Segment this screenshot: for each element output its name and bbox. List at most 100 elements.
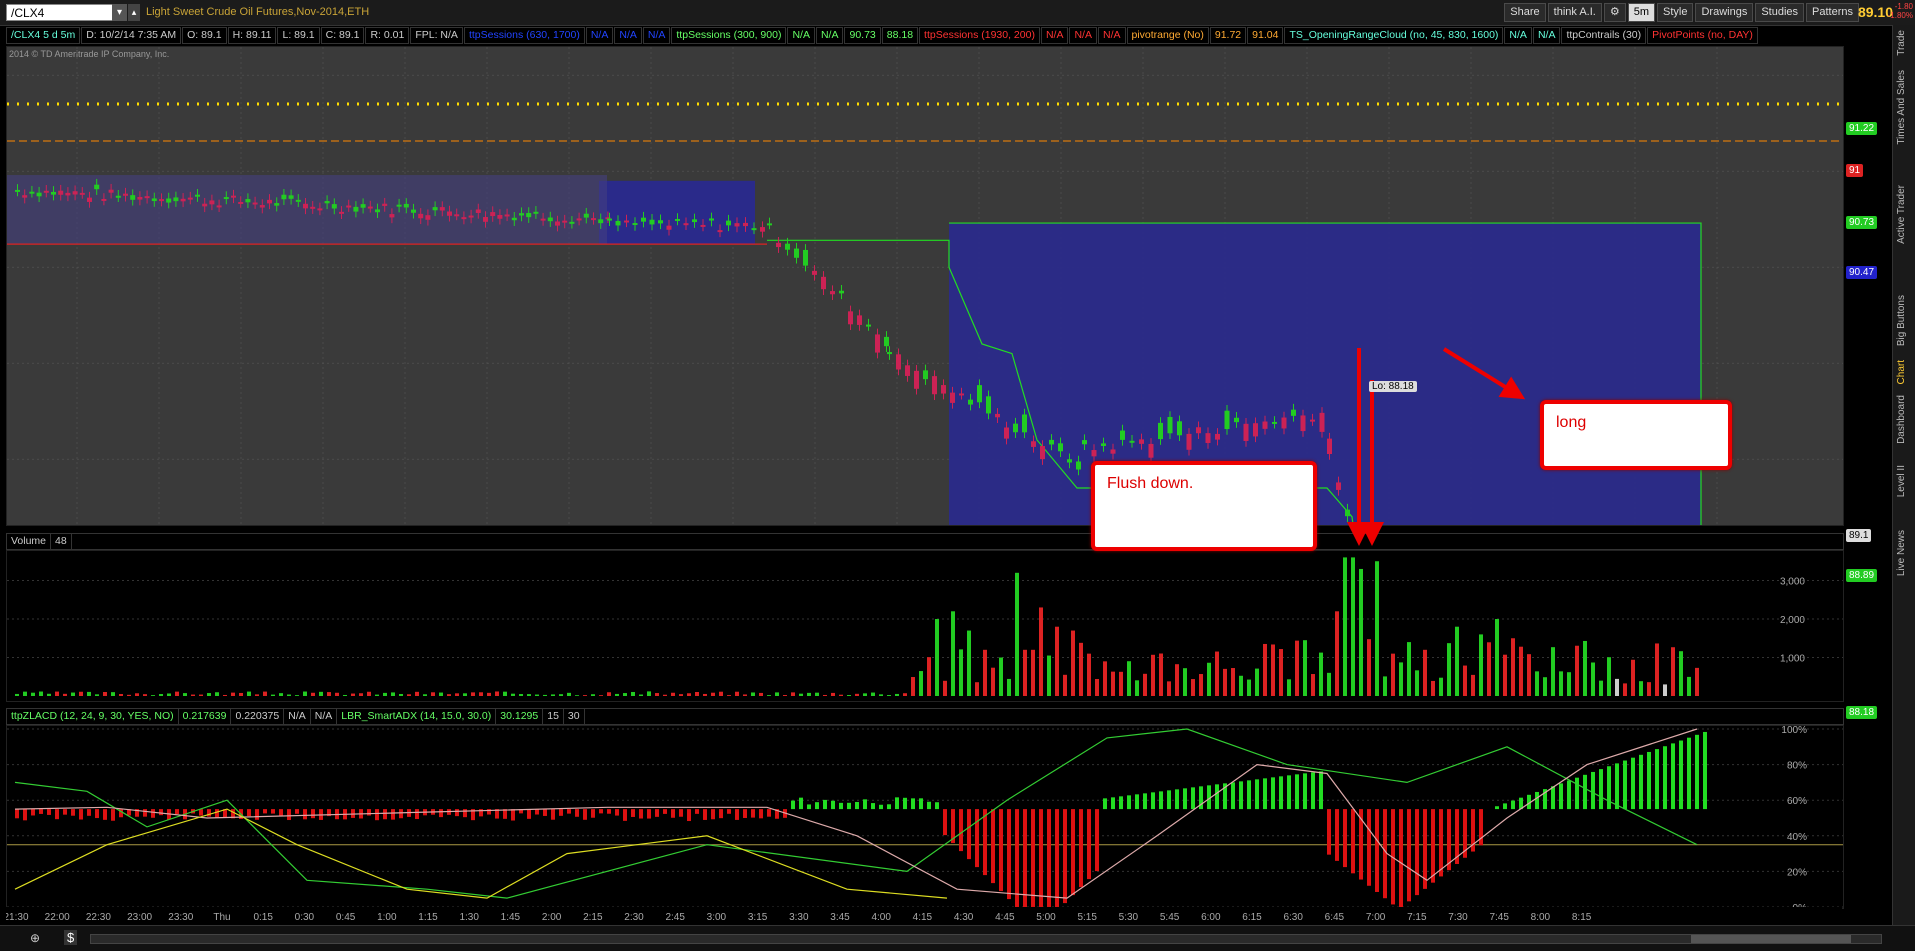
candle <box>389 214 395 218</box>
style-button[interactable]: Style <box>1657 3 1694 22</box>
volume-bar <box>1583 640 1587 696</box>
volume-bar <box>351 693 355 696</box>
histogram-bar <box>607 809 611 814</box>
histogram-bar <box>1639 754 1643 810</box>
volume-bar <box>415 691 419 696</box>
histogram-bar <box>527 809 531 819</box>
volume-bar <box>447 694 451 696</box>
dollar-icon[interactable]: $ <box>64 930 78 945</box>
volume-bar <box>399 693 403 696</box>
sidebar-tab[interactable]: Trade <box>1896 30 1907 56</box>
histogram-bar <box>279 809 283 817</box>
candle <box>108 189 114 193</box>
volume-bar <box>1655 643 1659 696</box>
volume-bar <box>1479 634 1483 696</box>
time-tick-label: 5:30 <box>1119 912 1139 923</box>
volume-bar <box>815 692 819 696</box>
volume-bar <box>1143 673 1147 696</box>
candle <box>562 220 568 223</box>
histogram-bar <box>1607 766 1611 810</box>
volume-bar <box>1135 680 1139 696</box>
candle <box>923 370 928 380</box>
candle <box>914 370 919 389</box>
histogram-bar <box>1071 809 1075 896</box>
volume-bar <box>759 692 763 696</box>
candle <box>1139 439 1144 444</box>
candle <box>812 270 817 275</box>
volume-bar <box>1223 668 1227 696</box>
sidebar-tab[interactable]: Times And Sales <box>1896 70 1907 145</box>
volume-bar <box>975 682 979 696</box>
symbol-dropdown-icon[interactable]: ▾ <box>112 4 127 21</box>
candle <box>1310 419 1315 422</box>
symbol-input[interactable]: /CLX4 <box>6 4 124 21</box>
histogram-bar <box>175 809 179 815</box>
volume-bar <box>863 693 867 696</box>
patterns-button[interactable]: Patterns <box>1806 3 1859 22</box>
volume-bar <box>79 691 83 696</box>
settings-icon[interactable]: ⚙ <box>1603 3 1626 22</box>
volume-bar <box>967 630 971 696</box>
histogram-bar <box>1551 786 1555 810</box>
volume-bar <box>727 695 731 696</box>
histogram-bar <box>975 809 979 868</box>
volume-bar <box>1127 661 1131 696</box>
info-item: 91.72 <box>1209 27 1247 44</box>
histogram-bar <box>1287 775 1291 810</box>
candle <box>1177 421 1182 436</box>
histogram-bar <box>95 809 99 819</box>
volume-bar <box>687 693 691 696</box>
think-ai-button[interactable]: think A.I. <box>1547 3 1602 22</box>
info-item: /CLX4 5 d 5m <box>6 27 81 44</box>
long-callout: long <box>1540 400 1732 470</box>
volume-bar <box>23 691 27 696</box>
price-change-abs: -1.80 <box>1894 2 1913 11</box>
histogram-bar <box>1415 809 1419 896</box>
symbol-link-icon[interactable]: ▴ <box>128 4 140 21</box>
histogram-bar <box>831 800 835 810</box>
drawings-button[interactable]: Drawings <box>1695 3 1754 22</box>
histogram-bar <box>935 802 939 810</box>
volume-bar <box>15 693 19 696</box>
sidebar-tab[interactable]: Big Buttons <box>1896 295 1907 346</box>
histogram-bar <box>1127 795 1131 810</box>
sidebar-tab[interactable]: Dashboard <box>1896 395 1907 444</box>
studies-button[interactable]: Studies <box>1755 3 1805 22</box>
horizontal-scrollbar[interactable] <box>90 934 1882 944</box>
candle <box>317 208 323 211</box>
volume-bar <box>1087 653 1091 696</box>
volume-chart[interactable]: 3,000 2,000 1,000 <box>7 551 1843 701</box>
volume-bar <box>1607 657 1611 696</box>
histogram-bar <box>647 809 651 819</box>
zoom-icon[interactable]: ⊕ <box>30 931 40 945</box>
candle <box>666 225 672 230</box>
info-item: D: 10/2/14 7:35 AM <box>81 27 182 44</box>
histogram-bar <box>1423 809 1427 889</box>
sidebar-tab[interactable]: Live News <box>1896 530 1907 576</box>
histogram-bar <box>1407 809 1411 902</box>
volume-bar <box>311 692 315 696</box>
volume-bar <box>319 691 323 696</box>
volume-bar <box>1695 667 1699 696</box>
scroll-thumb[interactable] <box>1691 935 1851 943</box>
volume-bar <box>615 693 619 696</box>
sidebar-tab[interactable]: Active Trader <box>1896 185 1907 244</box>
sidebar-tab[interactable]: Chart <box>1896 360 1907 384</box>
volume-bar <box>767 695 771 696</box>
lower-study-header: ttpZLACD (12, 24, 9, 30, YES, NO) 0.21763… <box>6 708 1844 725</box>
time-tick-label: 8:15 <box>1572 912 1592 923</box>
share-button[interactable]: Share <box>1504 3 1546 22</box>
candle <box>1281 417 1287 429</box>
info-item: R: 0.01 <box>365 27 410 44</box>
candle <box>839 290 844 294</box>
lower-study-chart[interactable]: 100%80%60%40%20%0% <box>7 726 1843 908</box>
candle <box>785 243 790 250</box>
volume-bar <box>191 694 195 696</box>
histogram-bar <box>303 809 307 820</box>
histogram-bar <box>47 809 51 815</box>
volume-bar <box>95 694 99 696</box>
sidebar-tab[interactable]: Level II <box>1896 465 1907 497</box>
histogram-bar <box>999 809 1003 892</box>
top-toolbar: /CLX4 ▾ ▴ Light Sweet Crude Oil Futures,… <box>0 0 1915 26</box>
timeframe-button[interactable]: 5m <box>1627 3 1655 22</box>
